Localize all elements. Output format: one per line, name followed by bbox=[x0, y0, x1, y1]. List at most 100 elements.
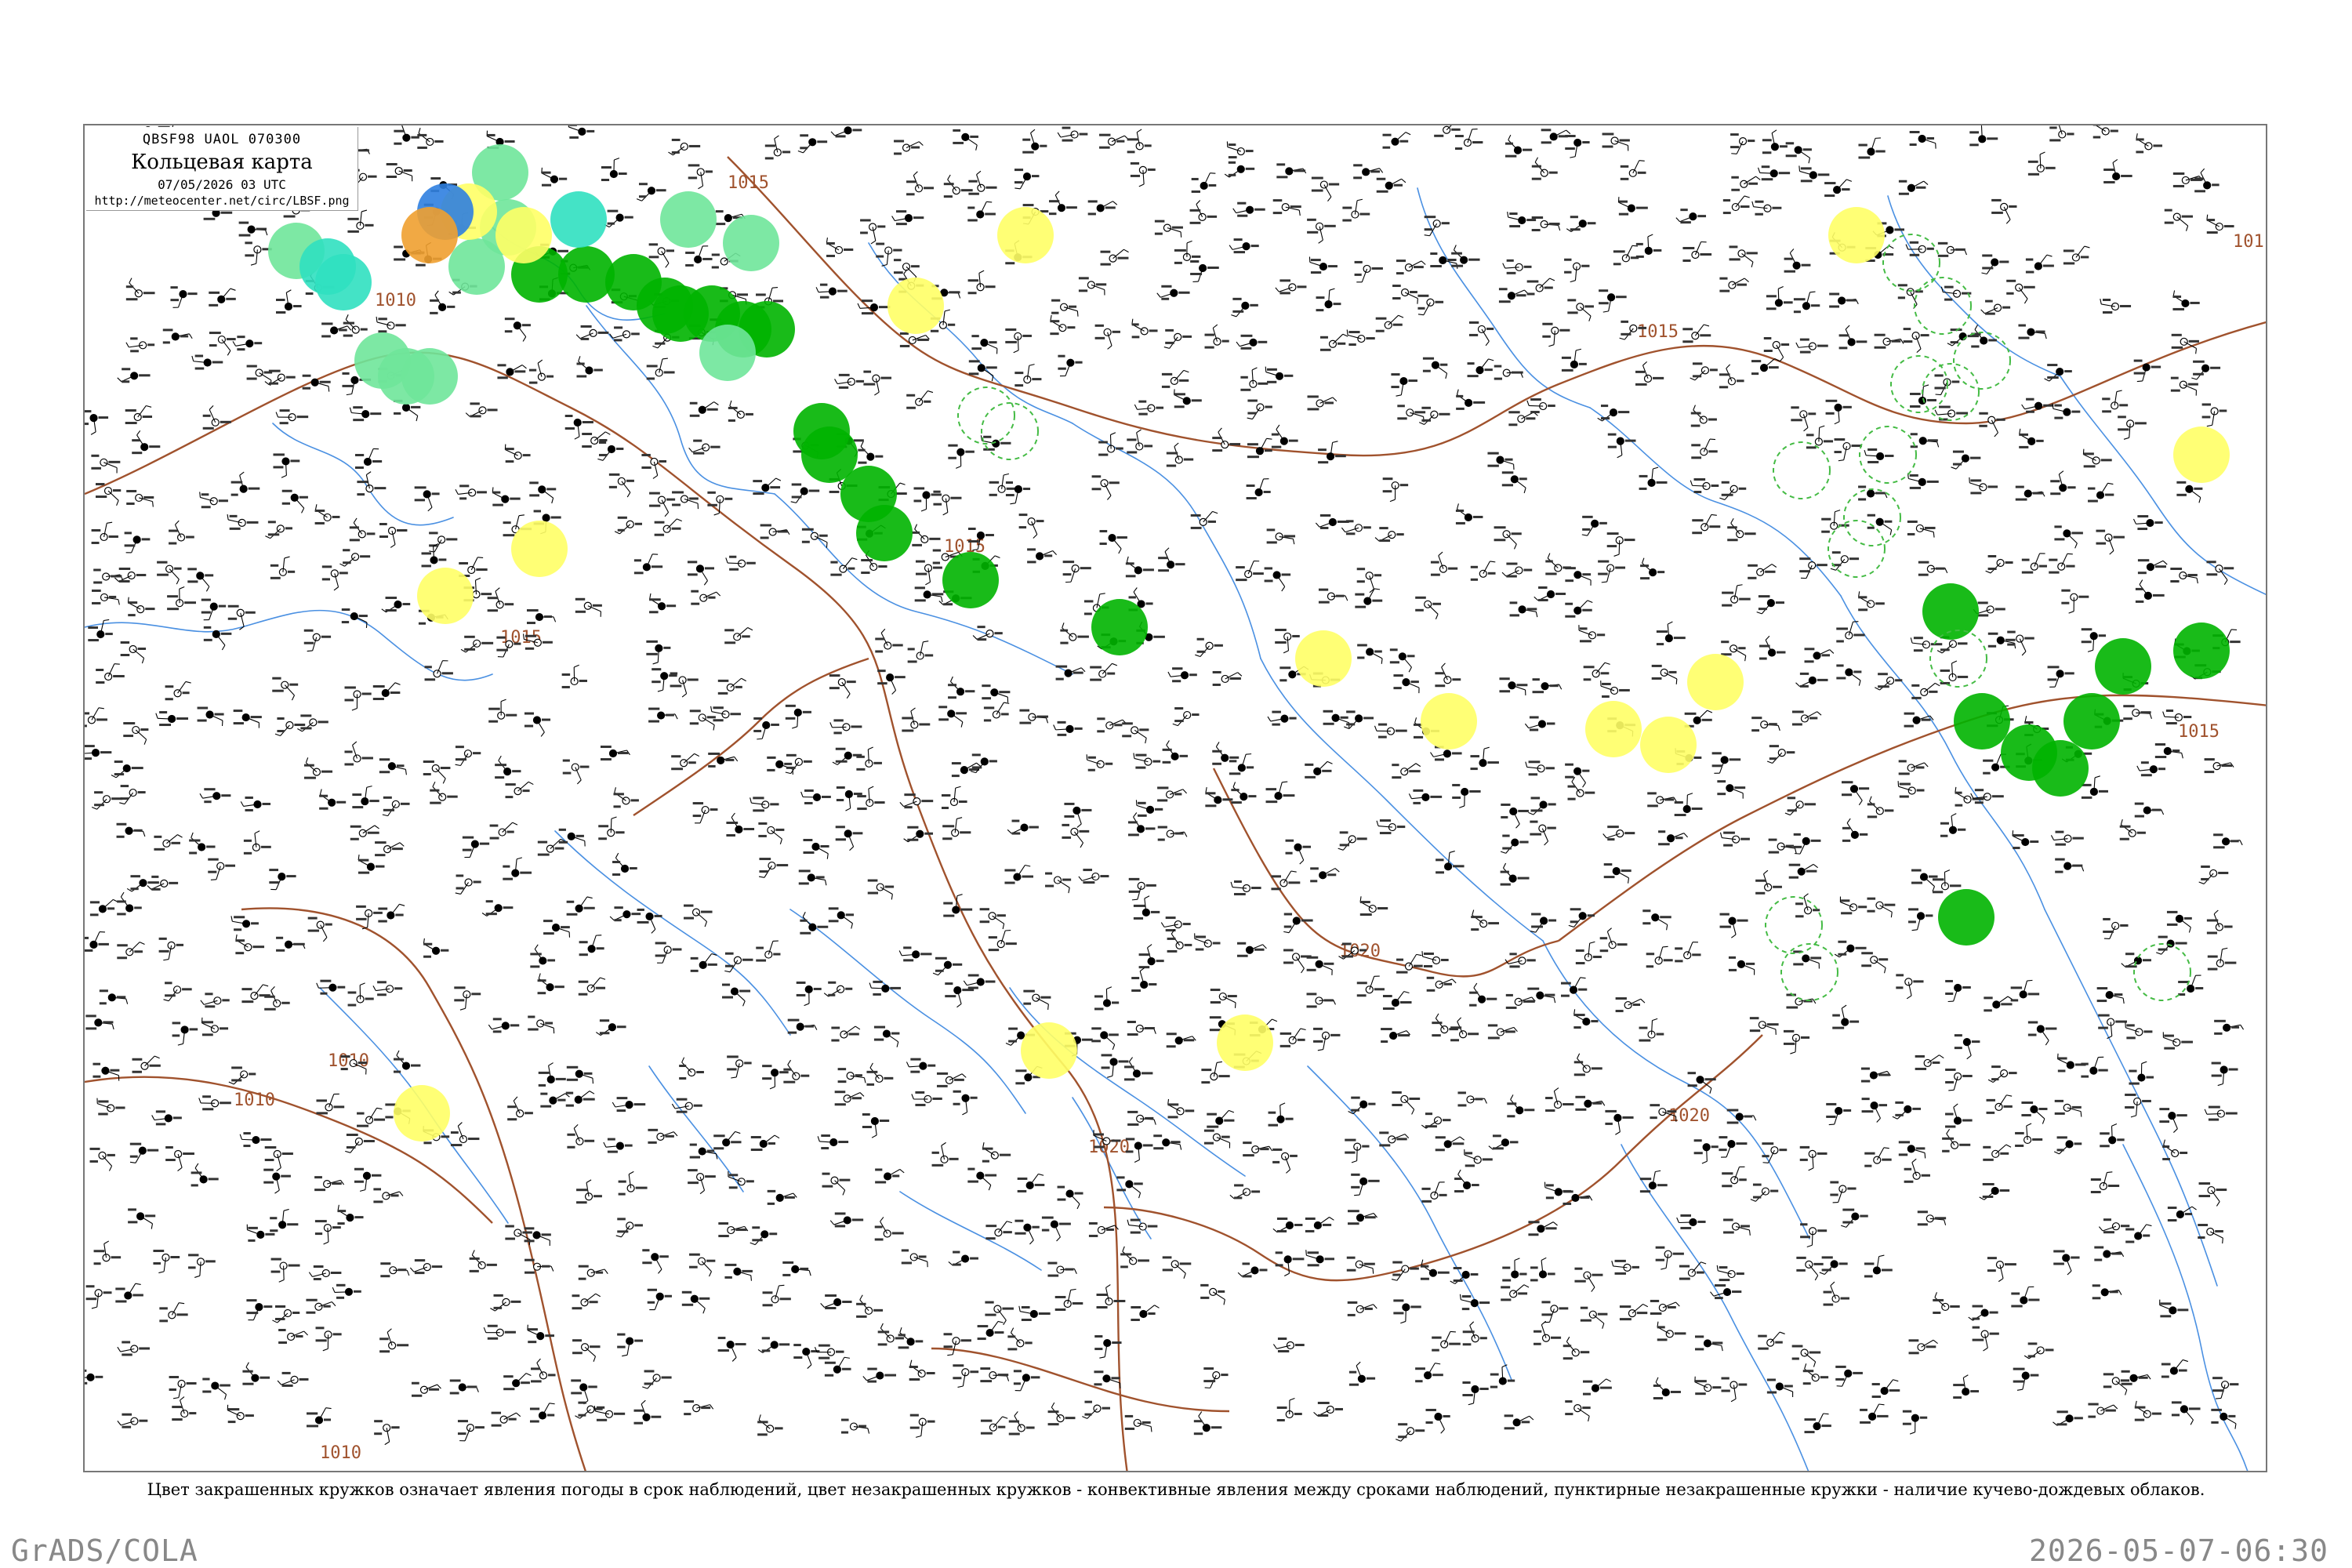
wind-barb-feather bbox=[1900, 339, 1904, 344]
station-code-mark bbox=[1737, 283, 1747, 286]
wind-barb-feather bbox=[1456, 503, 1459, 510]
station-code-mark bbox=[1356, 568, 1366, 571]
station-code-mark bbox=[1174, 393, 1185, 396]
wind-barb-feather bbox=[209, 405, 214, 410]
station-code-mark bbox=[1135, 753, 1147, 757]
station-plot bbox=[379, 758, 407, 775]
station-plot bbox=[1795, 338, 1828, 354]
station-plot bbox=[2054, 525, 2083, 549]
station-code-mark bbox=[319, 807, 328, 810]
station-code-mark bbox=[1391, 373, 1400, 376]
station-plot bbox=[2025, 254, 2054, 274]
wind-barb-feather bbox=[1951, 813, 1957, 817]
station-code-mark bbox=[1899, 782, 1911, 786]
station-code-mark bbox=[245, 254, 255, 257]
station-code-mark bbox=[1229, 760, 1237, 763]
station-code-mark bbox=[2054, 416, 2063, 419]
station-code-mark bbox=[229, 514, 238, 517]
station-circle bbox=[702, 443, 710, 452]
station-code-mark bbox=[1858, 608, 1868, 612]
station-code-mark bbox=[1806, 869, 1817, 873]
station-plot bbox=[1305, 760, 1333, 779]
wind-barb-feather bbox=[1619, 337, 1625, 340]
station-code-mark bbox=[874, 801, 885, 804]
station-code-mark bbox=[1484, 368, 1493, 372]
station-circle bbox=[1875, 517, 1884, 526]
station-plot bbox=[355, 448, 383, 469]
station-code-mark bbox=[1501, 471, 1514, 474]
wind-barb-feather bbox=[925, 335, 930, 340]
station-code-mark bbox=[495, 764, 506, 767]
station-code-mark bbox=[270, 576, 281, 579]
station-code-mark bbox=[1937, 241, 1948, 245]
station-code-mark bbox=[1127, 451, 1138, 454]
wind-barb-feather bbox=[1381, 658, 1383, 664]
station-code-mark bbox=[96, 718, 107, 721]
station-plot bbox=[1838, 325, 1867, 350]
station-code-mark bbox=[1793, 310, 1801, 314]
station-code-mark bbox=[341, 608, 350, 612]
station-code-mark bbox=[2021, 571, 2034, 574]
wind-barb-feather bbox=[1808, 158, 1811, 164]
station-code-mark bbox=[88, 639, 99, 642]
wind-barb-feather bbox=[1575, 348, 1582, 351]
station-code-mark bbox=[1856, 340, 1867, 343]
station-circle bbox=[127, 571, 136, 580]
station-plot bbox=[725, 555, 756, 571]
station-circle bbox=[2185, 485, 2194, 493]
station-code-mark bbox=[1292, 634, 1300, 637]
station-code-mark bbox=[187, 568, 197, 571]
wind-barb bbox=[2189, 488, 2201, 499]
wind-barb-feather bbox=[1601, 581, 1607, 583]
station-plot bbox=[1099, 133, 1129, 149]
station-plot bbox=[1727, 517, 1756, 542]
wind-barb-feather bbox=[880, 628, 886, 633]
wind-barb-feather bbox=[611, 816, 617, 819]
wind-barb-feather bbox=[188, 333, 193, 339]
station-plot bbox=[349, 517, 376, 542]
wind-barb-feather bbox=[1290, 870, 1297, 873]
station-code-mark bbox=[867, 879, 878, 882]
wind-barb bbox=[608, 217, 620, 228]
station-code-mark bbox=[1746, 252, 1758, 255]
station-plot bbox=[1690, 405, 1717, 427]
wind-barb-feather bbox=[2046, 254, 2053, 257]
station-code-mark bbox=[858, 448, 866, 452]
wind-barb-feather bbox=[2050, 835, 2055, 840]
station-plot bbox=[297, 714, 328, 732]
station-code-mark bbox=[2154, 756, 2167, 759]
station-code-mark bbox=[220, 420, 231, 423]
station-code-mark bbox=[1392, 776, 1402, 779]
station-code-mark bbox=[1470, 578, 1479, 581]
wind-barb bbox=[1759, 172, 1774, 174]
station-circle bbox=[1906, 288, 1915, 296]
station-code-mark bbox=[968, 192, 979, 195]
station-code-mark bbox=[546, 488, 557, 491]
wind-barb-feather bbox=[1266, 437, 1272, 440]
wind-barb bbox=[1506, 533, 1517, 545]
station-code-mark bbox=[137, 791, 146, 794]
station-plot bbox=[1422, 357, 1448, 379]
station-code-mark bbox=[1508, 423, 1518, 426]
station-code-mark bbox=[1971, 345, 1980, 348]
wind-barb bbox=[1818, 427, 1820, 442]
station-plot bbox=[165, 681, 191, 701]
wind-barb bbox=[115, 768, 128, 779]
station-code-mark bbox=[1179, 754, 1189, 757]
station-code-mark bbox=[1127, 438, 1137, 441]
wind-barb-feather bbox=[322, 937, 328, 942]
station-code-mark bbox=[856, 768, 866, 771]
wind-barb-feather bbox=[1379, 168, 1384, 173]
station-code-mark bbox=[582, 421, 593, 424]
station-code-mark bbox=[601, 179, 610, 182]
wind-barb-feather bbox=[918, 141, 924, 146]
station-code-mark bbox=[229, 527, 241, 530]
station-code-mark bbox=[358, 615, 368, 618]
station-plot bbox=[1980, 299, 2011, 315]
station-code-mark bbox=[89, 901, 100, 904]
station-code-mark bbox=[1323, 710, 1334, 713]
station-code-mark bbox=[85, 423, 89, 426]
station-code-mark bbox=[524, 647, 535, 650]
station-code-mark bbox=[1430, 252, 1438, 255]
station-circle bbox=[394, 166, 403, 176]
